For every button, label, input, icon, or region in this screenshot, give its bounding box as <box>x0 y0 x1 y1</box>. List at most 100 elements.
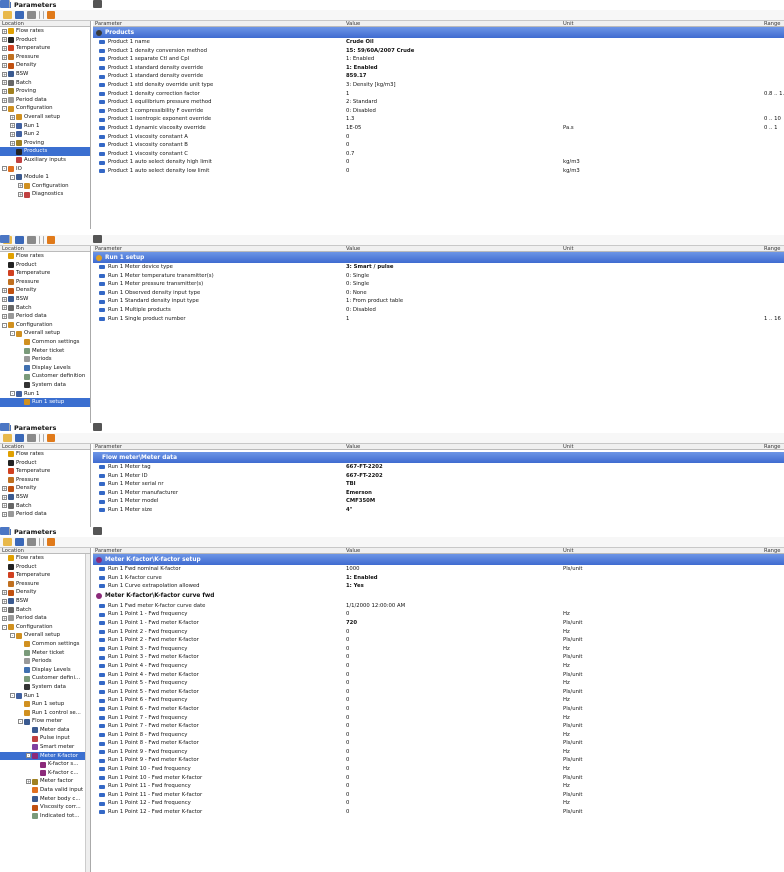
collapse-icon[interactable]: - <box>10 331 15 337</box>
parameter-row[interactable]: Product 1 standard density override 859.1… <box>93 72 784 81</box>
tree-view-icon[interactable] <box>0 527 10 535</box>
parameter-row[interactable]: Product 1 std density override unit type… <box>93 81 784 90</box>
parameter-row[interactable]: Run 1 Point 2 - Fwd meter K-factor 0 Pls/u… <box>93 636 784 645</box>
expand-icon[interactable]: + <box>2 313 7 319</box>
tree-node[interactable]: Smart meter <box>0 743 90 752</box>
parameter-row[interactable]: Run 1 Meter manufacturer Emerson <box>93 489 784 498</box>
expand-icon[interactable]: + <box>26 779 31 785</box>
expand-icon[interactable]: + <box>10 114 15 120</box>
expand-icon[interactable]: + <box>2 28 7 34</box>
parameter-value[interactable]: 0 <box>346 141 349 150</box>
parameter-value[interactable]: 0: Single <box>346 280 369 289</box>
expand-icon[interactable]: + <box>2 494 7 500</box>
column-parameter[interactable]: Parameter <box>95 21 122 27</box>
parameter-row[interactable]: Run 1 Point 1 - Fwd frequency 0 Hz <box>93 610 784 619</box>
parameter-row[interactable]: Product 1 isentropic exponent override 1.… <box>93 115 784 124</box>
parameter-value[interactable]: 3: Density [kg/m3] <box>346 81 396 90</box>
parameter-row[interactable]: Run 1 Point 4 - Fwd frequency 0 Hz <box>93 662 784 671</box>
tree-node[interactable]: + Batch <box>0 304 90 313</box>
parameter-row[interactable]: Run 1 Point 3 - Fwd frequency 0 Hz <box>93 645 784 654</box>
column-range[interactable]: Range <box>764 548 780 554</box>
tree-node[interactable]: Run 1 setup <box>0 700 90 709</box>
tree-node[interactable]: Meter ticket <box>0 649 90 658</box>
parameter-row[interactable]: Run 1 Point 12 - Fwd meter K-factor 0 Pls/… <box>93 808 784 817</box>
parameter-value[interactable]: 1000 <box>346 565 359 574</box>
parameter-value[interactable]: 0 <box>346 756 349 765</box>
parameter-value[interactable]: 0 <box>346 636 349 645</box>
tree-node[interactable]: + BSW <box>0 295 90 304</box>
parameter-row[interactable]: Product 1 compressibility F override 0: D… <box>93 107 784 116</box>
expand-icon[interactable]: + <box>2 305 7 311</box>
parameter-value[interactable]: 0 <box>346 791 349 800</box>
section-header[interactable]: Meter K-factor\K-factor setup <box>93 554 784 565</box>
parameter-row[interactable]: Run 1 Fwd meter K-factor curve date 1/1/2… <box>93 602 784 611</box>
parameter-value[interactable]: 0 <box>346 808 349 817</box>
tree-node[interactable]: + Batch <box>0 502 90 511</box>
collapse-icon[interactable]: - <box>10 633 15 639</box>
collapse-icon[interactable]: - <box>10 391 15 397</box>
parameter-row[interactable]: Product 1 dynamic viscosity override 1E-0… <box>93 124 784 133</box>
tree-node[interactable]: Common settings <box>0 640 90 649</box>
tree-node[interactable]: - IO <box>0 165 90 174</box>
tree-node[interactable]: System data <box>0 683 90 692</box>
parameter-value[interactable]: 0 <box>346 782 349 791</box>
collapse-icon[interactable]: - <box>18 719 23 725</box>
parameter-value[interactable]: 4" <box>346 506 352 515</box>
column-parameter[interactable]: Parameter <box>95 444 122 450</box>
column-parameter[interactable]: Parameter <box>95 548 122 554</box>
save-icon[interactable] <box>15 538 24 546</box>
column-unit[interactable]: Unit <box>563 21 574 27</box>
parameter-row[interactable]: Run 1 Meter temperature transmitter(s) 0:… <box>93 272 784 281</box>
tree-node[interactable]: Run 1 control se... <box>0 709 90 718</box>
expand-icon[interactable]: + <box>2 54 7 60</box>
tree-node[interactable]: K-factor c... <box>0 769 90 778</box>
collapse-icon[interactable]: - <box>2 624 7 630</box>
parameter-value[interactable]: 0: Disabled <box>346 107 376 116</box>
tree-node[interactable]: + Run 1 <box>0 122 90 131</box>
parameter-value[interactable]: 0.7 <box>346 150 354 159</box>
grid-view-icon[interactable] <box>93 527 102 535</box>
tree-node[interactable]: + Period data <box>0 96 90 105</box>
parameter-row[interactable]: Run 1 Point 6 - Fwd frequency 0 Hz <box>93 696 784 705</box>
parameter-row[interactable]: Run 1 Meter tag 667-FT-2202 <box>93 463 784 472</box>
tree-node[interactable]: + Diagnostics <box>0 190 90 199</box>
parameter-value[interactable]: 1: Enabled <box>346 64 378 73</box>
tree-node[interactable]: Auxiliary inputs <box>0 156 90 165</box>
parameter-value[interactable]: 0 <box>346 645 349 654</box>
parameter-value[interactable]: 0: Single <box>346 272 369 281</box>
parameter-value[interactable]: TBI <box>346 480 356 489</box>
tree-node[interactable]: + Temperature <box>0 44 90 53</box>
tree-node[interactable]: + Flow rates <box>0 27 90 36</box>
tree-node[interactable]: + Product <box>0 36 90 45</box>
tree-node[interactable]: Products <box>0 147 90 156</box>
tree-node[interactable]: - Overall setup <box>0 329 90 338</box>
parameter-value[interactable]: 0 <box>346 765 349 774</box>
tree-node[interactable]: Flow rates <box>0 252 90 261</box>
collapse-icon[interactable]: - <box>10 174 15 180</box>
tree-node[interactable]: + Batch <box>0 79 90 88</box>
parameter-value[interactable]: 2: Standard <box>346 98 377 107</box>
tree-node[interactable]: Pressure <box>0 278 90 287</box>
section-header[interactable]: Run 1 setup <box>93 252 784 263</box>
parameter-row[interactable]: Run 1 Meter model CMF350M <box>93 497 784 506</box>
expand-icon[interactable]: + <box>2 511 7 517</box>
filter-icon[interactable] <box>47 434 55 442</box>
tree-node[interactable]: - Run 1 <box>0 692 90 701</box>
tree-node[interactable]: + Proving <box>0 139 90 148</box>
parameter-value[interactable]: 3: Smart / pulse <box>346 263 393 272</box>
parameter-row[interactable]: Run 1 Point 1 - Fwd meter K-factor 720 Pls… <box>93 619 784 628</box>
tree-node[interactable]: Temperature <box>0 269 90 278</box>
expand-icon[interactable]: + <box>10 131 15 137</box>
tree-node[interactable]: Periods <box>0 355 90 364</box>
column-value[interactable]: Value <box>346 246 360 252</box>
parameter-value[interactable]: 667-FT-2202 <box>346 472 383 481</box>
grid-view-icon[interactable] <box>93 0 102 8</box>
tree-node[interactable]: + Meter factor <box>0 777 90 786</box>
section-header[interactable]: Flow meter\Meter data <box>93 452 784 463</box>
tree-node[interactable]: Pulse input <box>0 734 90 743</box>
collapse-icon[interactable]: - <box>2 166 7 172</box>
tree-node[interactable]: + BSW <box>0 597 90 606</box>
expand-icon[interactable]: + <box>2 615 7 621</box>
tree-node[interactable]: + Batch <box>0 606 90 615</box>
parameter-row[interactable]: Run 1 Point 8 - Fwd meter K-factor 0 Pls/u… <box>93 739 784 748</box>
